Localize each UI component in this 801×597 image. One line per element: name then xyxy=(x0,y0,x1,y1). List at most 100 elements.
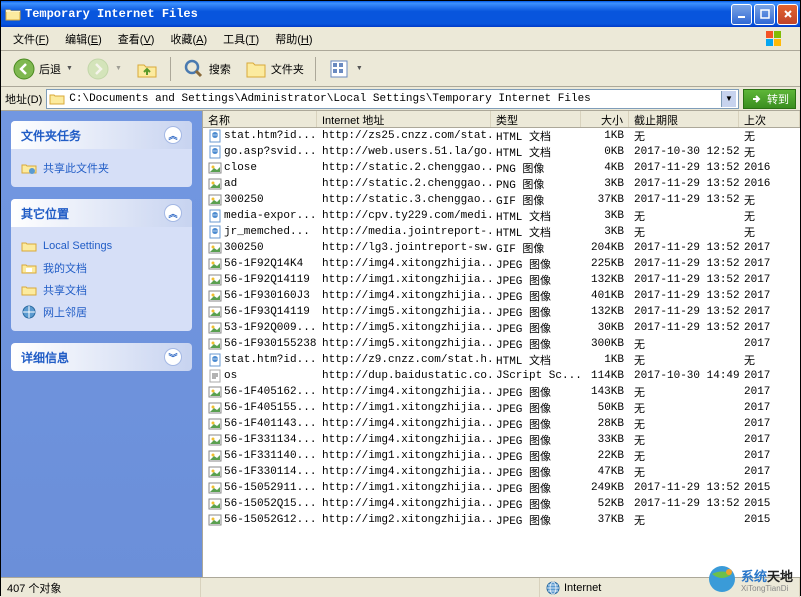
menu-t[interactable]: 工具(T) xyxy=(215,28,267,50)
column-header[interactable]: 大小 xyxy=(581,111,629,127)
cell-last: 2016 xyxy=(739,178,800,190)
task-item[interactable]: Local Settings xyxy=(21,235,182,257)
cell-size: 0KB xyxy=(581,146,629,158)
file-icon xyxy=(208,433,222,447)
menu-v[interactable]: 查看(V) xyxy=(110,28,163,50)
table-row[interactable]: 56-1F930155238http://img5.xitongzhijia..… xyxy=(203,336,800,352)
maximize-button[interactable] xyxy=(754,4,775,25)
file-icon xyxy=(208,257,222,271)
cell-url: http://dup.baidustatic.co... xyxy=(317,370,491,382)
table-row[interactable]: 56-1F331140...http://img1.xitongzhijia..… xyxy=(203,448,800,464)
mydocs-icon xyxy=(21,260,37,276)
task-item[interactable]: 我的文档 xyxy=(21,257,182,279)
file-icon xyxy=(208,465,222,479)
dropdown-arrow[interactable]: ▼ xyxy=(721,91,736,107)
table-row[interactable]: 56-15052G12...http://img2.xitongzhijia..… xyxy=(203,512,800,528)
cell-url: http://z9.cnzz.com/stat.h... xyxy=(317,354,491,366)
status-objects: 407 个对象 xyxy=(1,578,201,597)
cell-last: 2016 xyxy=(739,162,800,174)
table-row[interactable]: stat.htm?id...http://zs25.cnzz.com/stat.… xyxy=(203,128,800,144)
panel-title: 其它位置 xyxy=(21,205,69,222)
table-row[interactable]: go.asp?svid...http://web.users.51.la/go.… xyxy=(203,144,800,160)
column-header[interactable]: 类型 xyxy=(491,111,581,127)
sidebar-panel: 文件夹任务︽ 共享此文件夹 xyxy=(11,121,192,187)
cell-expires: 无 xyxy=(629,208,739,224)
cell-type: JPEG 图像 xyxy=(491,272,581,288)
table-row[interactable]: oshttp://dup.baidustatic.co...JScript Sc… xyxy=(203,368,800,384)
cell-size: 37KB xyxy=(581,514,629,526)
table-row[interactable]: 56-1F405155...http://img1.xitongzhijia..… xyxy=(203,400,800,416)
table-row[interactable]: jr_memched...http://media.jointreport-..… xyxy=(203,224,800,240)
panel-title: 详细信息 xyxy=(21,349,69,366)
file-icon xyxy=(208,289,222,303)
file-rows[interactable]: stat.htm?id...http://zs25.cnzz.com/stat.… xyxy=(203,128,800,577)
close-button[interactable] xyxy=(777,4,798,25)
menu-a[interactable]: 收藏(A) xyxy=(162,28,215,50)
cell-expires: 无 xyxy=(629,352,739,368)
views-button[interactable]: ▼ xyxy=(322,54,368,84)
cell-type: JPEG 图像 xyxy=(491,416,581,432)
menu-f[interactable]: 文件(F) xyxy=(5,28,57,50)
cell-name: ad xyxy=(203,177,317,191)
table-row[interactable]: 300250http://lg3.jointreport-sw...GIF 图像… xyxy=(203,240,800,256)
back-button[interactable]: 后退 ▼ xyxy=(7,54,78,84)
table-row[interactable]: 300250http://static.3.chenggao...GIF 图像3… xyxy=(203,192,800,208)
address-combo[interactable]: C:\Documents and Settings\Administrator\… xyxy=(46,89,739,109)
table-row[interactable]: 56-1F92Q14119http://img1.xitongzhijia...… xyxy=(203,272,800,288)
table-row[interactable]: 56-1F405162...http://img4.xitongzhijia..… xyxy=(203,384,800,400)
cell-name: go.asp?svid... xyxy=(203,145,317,159)
cell-last: 2017 xyxy=(739,274,800,286)
task-item[interactable]: 网上邻居 xyxy=(21,301,182,323)
cell-expires: 2017-11-29 13:52 xyxy=(629,290,739,302)
task-item[interactable]: 共享此文件夹 xyxy=(21,157,182,179)
task-label: 我的文档 xyxy=(43,260,87,276)
column-header[interactable]: 截止期限 xyxy=(629,111,739,127)
cell-type: HTML 文档 xyxy=(491,224,581,240)
folders-button[interactable]: 文件夹 xyxy=(239,54,309,84)
minimize-button[interactable] xyxy=(731,4,752,25)
task-item[interactable]: 共享文档 xyxy=(21,279,182,301)
menu-h[interactable]: 帮助(H) xyxy=(267,28,320,50)
cell-expires: 2017-11-29 13:52 xyxy=(629,178,739,190)
column-header[interactable]: Internet 地址 xyxy=(317,111,491,127)
cell-last: 无 xyxy=(739,128,800,144)
go-button[interactable]: 转到 xyxy=(743,89,796,109)
table-row[interactable]: 56-15052911...http://img1.xitongzhijia..… xyxy=(203,480,800,496)
table-row[interactable]: 56-1F93Q14119http://img5.xitongzhijia...… xyxy=(203,304,800,320)
table-row[interactable]: 53-1F92Q009...http://img5.xitongzhijia..… xyxy=(203,320,800,336)
table-row[interactable]: 56-1F401143...http://img4.xitongzhijia..… xyxy=(203,416,800,432)
panel-header[interactable]: 文件夹任务︽ xyxy=(11,121,192,149)
up-button[interactable] xyxy=(130,54,164,84)
panel-header[interactable]: 其它位置︽ xyxy=(11,199,192,227)
cell-type: JPEG 图像 xyxy=(491,336,581,352)
table-row[interactable]: 56-15052Q15...http://img4.xitongzhijia..… xyxy=(203,496,800,512)
cell-url: http://static.2.chenggao... xyxy=(317,162,491,174)
table-row[interactable]: adhttp://static.2.chenggao...PNG 图像3KB20… xyxy=(203,176,800,192)
cell-last: 无 xyxy=(739,208,800,224)
column-header[interactable]: 名称 xyxy=(203,111,317,127)
cell-url: http://img4.xitongzhijia... xyxy=(317,290,491,302)
search-button[interactable]: 搜索 xyxy=(177,54,236,84)
cell-type: HTML 文档 xyxy=(491,144,581,160)
cell-url: http://zs25.cnzz.com/stat... xyxy=(317,130,491,142)
cell-name: 56-1F330114... xyxy=(203,465,317,479)
table-row[interactable]: 56-1F331134...http://img4.xitongzhijia..… xyxy=(203,432,800,448)
cell-expires: 2017-10-30 14:49 xyxy=(629,370,739,382)
table-row[interactable]: 56-1F92Q14K4http://img4.xitongzhijia...J… xyxy=(203,256,800,272)
file-icon xyxy=(208,193,222,207)
task-label: Local Settings xyxy=(43,240,112,252)
table-row[interactable]: 56-1F930160J3http://img4.xitongzhijia...… xyxy=(203,288,800,304)
status-empty xyxy=(201,578,540,597)
watermark-icon xyxy=(707,564,737,594)
cell-name: 56-15052911... xyxy=(203,481,317,495)
table-row[interactable]: media-expor...http://cpv.ty229.com/medi.… xyxy=(203,208,800,224)
panel-header[interactable]: 详细信息︾ xyxy=(11,343,192,371)
table-row[interactable]: stat.htm?id...http://z9.cnzz.com/stat.h.… xyxy=(203,352,800,368)
content-area: 文件夹任务︽ 共享此文件夹其它位置︽ Local Settings 我的文档共享文档网… xyxy=(1,111,800,577)
titlebar: Temporary Internet Files xyxy=(1,1,800,27)
table-row[interactable]: closehttp://static.2.chenggao...PNG 图像4K… xyxy=(203,160,800,176)
menu-e[interactable]: 编辑(E) xyxy=(57,28,110,50)
table-row[interactable]: 56-1F330114...http://img4.xitongzhijia..… xyxy=(203,464,800,480)
column-header[interactable]: 上次 xyxy=(739,111,800,127)
cell-name: 56-1F405155... xyxy=(203,401,317,415)
